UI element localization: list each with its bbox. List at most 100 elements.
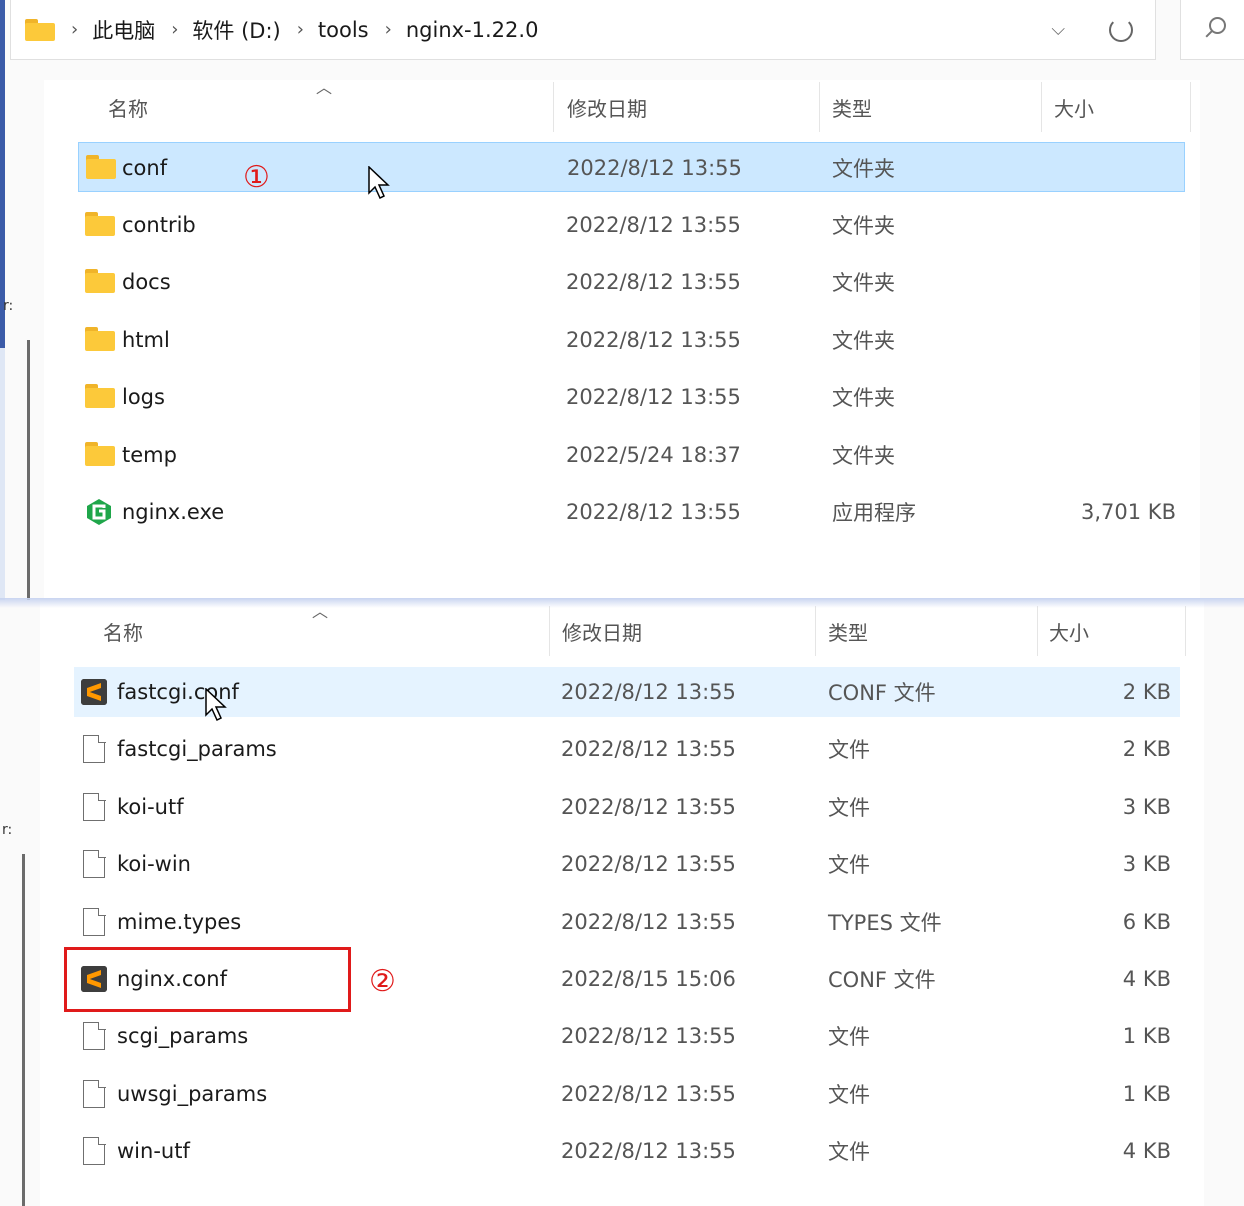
file-icon [83, 792, 106, 821]
highlight-box [64, 947, 351, 1012]
file-name: koi-utf [117, 795, 184, 819]
file-size: 1 KB [1122, 1082, 1171, 1106]
file-date: 2022/8/12 13:55 [561, 1082, 736, 1106]
folder-icon [85, 442, 115, 466]
chevron-right-icon[interactable]: › [171, 19, 178, 40]
file-type: 应用程序 [832, 501, 916, 525]
file-icon [83, 849, 106, 878]
file-date: 2022/8/12 13:55 [566, 500, 741, 524]
breadcrumb-nginx[interactable]: nginx-1.22.0 [406, 18, 539, 42]
list-item[interactable]: temp 2022/5/24 18:37 文件夹 [78, 430, 1185, 480]
list-item[interactable]: fastcgi.conf 2022/8/12 13:55 CONF 文件 2 K… [74, 667, 1180, 717]
file-type: 文件夹 [832, 386, 895, 410]
list-item[interactable]: html 2022/8/12 13:55 文件夹 [78, 315, 1185, 365]
file-size: 4 KB [1122, 1139, 1171, 1163]
column-header-name[interactable]: 名称 [108, 80, 548, 134]
folder-icon [85, 384, 115, 408]
file-icon [83, 1021, 106, 1050]
file-type: 文件 [828, 853, 870, 877]
list-item[interactable]: uwsgi_params 2022/8/12 13:55 文件 1 KB [74, 1069, 1180, 1119]
file-size: 3 KB [1122, 852, 1171, 876]
file-type: 文件夹 [832, 214, 895, 238]
folder-icon [25, 18, 55, 41]
annotation-step-1: ① [243, 160, 270, 195]
file-name: conf [122, 156, 168, 180]
file-name: html [122, 328, 170, 352]
refresh-icon[interactable] [1109, 17, 1133, 42]
sublime-file-icon [81, 679, 107, 705]
file-date: 2022/8/12 13:55 [561, 1139, 736, 1163]
address-bar[interactable]: › 此电脑 › 软件 (D:) › tools › nginx-1.22.0 ⌵ [10, 0, 1156, 60]
file-type: CONF 文件 [828, 968, 936, 992]
file-type: 文件 [828, 738, 870, 762]
file-icon [83, 907, 106, 936]
chevron-right-icon[interactable]: › [297, 19, 304, 40]
list-item[interactable]: koi-utf 2022/8/12 13:55 文件 3 KB [74, 782, 1180, 832]
file-type: 文件 [828, 1140, 870, 1164]
explorer-window-top: r: › 此电脑 › 软件 (D:) › tools › nginx-1.22.… [0, 0, 1244, 600]
file-size: 3,701 KB [1081, 500, 1176, 524]
column-header-type[interactable]: 类型 [828, 604, 1028, 658]
folder-icon [85, 212, 115, 236]
file-date: 2022/8/12 13:55 [566, 385, 741, 409]
file-name: logs [122, 385, 165, 409]
file-type: 文件夹 [832, 329, 895, 353]
chevron-right-icon[interactable]: › [71, 19, 78, 40]
mouse-cursor-icon [368, 166, 390, 200]
file-date: 2022/8/12 13:55 [561, 795, 736, 819]
window-edge [0, 0, 5, 348]
file-name: win-utf [117, 1139, 190, 1163]
panel-divider [0, 598, 1244, 608]
list-item[interactable]: contrib 2022/8/12 13:55 文件夹 [78, 200, 1185, 250]
list-item[interactable]: mime.types 2022/8/12 13:55 TYPES 文件 6 KB [74, 897, 1180, 947]
file-name: contrib [122, 213, 196, 237]
breadcrumb-this-pc[interactable]: 此电脑 [92, 15, 155, 45]
file-name: temp [122, 443, 177, 467]
breadcrumb-tools[interactable]: tools [318, 18, 369, 42]
file-icon [83, 1136, 106, 1165]
file-type: 文件夹 [832, 157, 895, 181]
file-size: 2 KB [1122, 737, 1171, 761]
file-date: 2022/8/12 13:55 [567, 156, 742, 180]
file-type: TYPES 文件 [828, 911, 942, 935]
annotation-step-2: ② [369, 964, 396, 999]
list-item[interactable]: docs 2022/8/12 13:55 文件夹 [78, 257, 1185, 307]
breadcrumb-drive-d[interactable]: 软件 (D:) [192, 15, 280, 45]
chevron-right-icon[interactable]: › [385, 19, 392, 40]
file-size: 4 KB [1122, 967, 1171, 991]
column-header-size[interactable]: 大小 [1054, 80, 1184, 134]
list-item[interactable]: koi-win 2022/8/12 13:55 文件 3 KB [74, 839, 1180, 889]
search-input[interactable] [1180, 0, 1244, 60]
file-size: 6 KB [1122, 910, 1171, 934]
file-type: 文件夹 [832, 271, 895, 295]
column-header-name[interactable]: 名称 [103, 604, 543, 658]
list-item[interactable]: win-utf 2022/8/12 13:55 文件 4 KB [74, 1126, 1180, 1176]
folder-icon [85, 269, 115, 293]
column-header-date[interactable]: 修改日期 [562, 604, 802, 658]
file-size: 3 KB [1122, 795, 1171, 819]
column-header-date[interactable]: 修改日期 [567, 80, 807, 134]
column-header-size[interactable]: 大小 [1049, 604, 1179, 658]
file-date: 2022/8/12 13:55 [561, 1024, 736, 1048]
file-type: 文件 [828, 796, 870, 820]
file-name: mime.types [117, 910, 242, 934]
file-date: 2022/8/12 13:55 [566, 270, 741, 294]
search-icon [1209, 17, 1226, 34]
scrollbar[interactable] [27, 340, 30, 600]
list-item[interactable]: scgi_params 2022/8/12 13:55 文件 1 KB [74, 1011, 1180, 1061]
file-date: 2022/8/12 13:55 [561, 852, 736, 876]
file-icon [83, 734, 106, 763]
list-item[interactable]: logs 2022/8/12 13:55 文件夹 [78, 372, 1185, 422]
file-date: 2022/8/12 13:55 [566, 213, 741, 237]
list-item[interactable]: fastcgi_params 2022/8/12 13:55 文件 2 KB [74, 724, 1180, 774]
scrollbar[interactable] [22, 854, 25, 1206]
file-name: nginx.exe [122, 500, 225, 524]
list-item[interactable]: nginx.exe 2022/8/12 13:55 应用程序 3,701 KB [78, 487, 1185, 537]
chevron-down-icon[interactable]: ⌵ [1051, 19, 1065, 40]
folder-icon [86, 155, 116, 179]
edge-glyph: r: [3, 298, 14, 314]
edge-glyph: r: [2, 822, 13, 838]
window-edge-lower [0, 348, 5, 600]
column-header-type[interactable]: 类型 [832, 80, 1032, 134]
file-date: 2022/8/12 13:55 [561, 680, 736, 704]
